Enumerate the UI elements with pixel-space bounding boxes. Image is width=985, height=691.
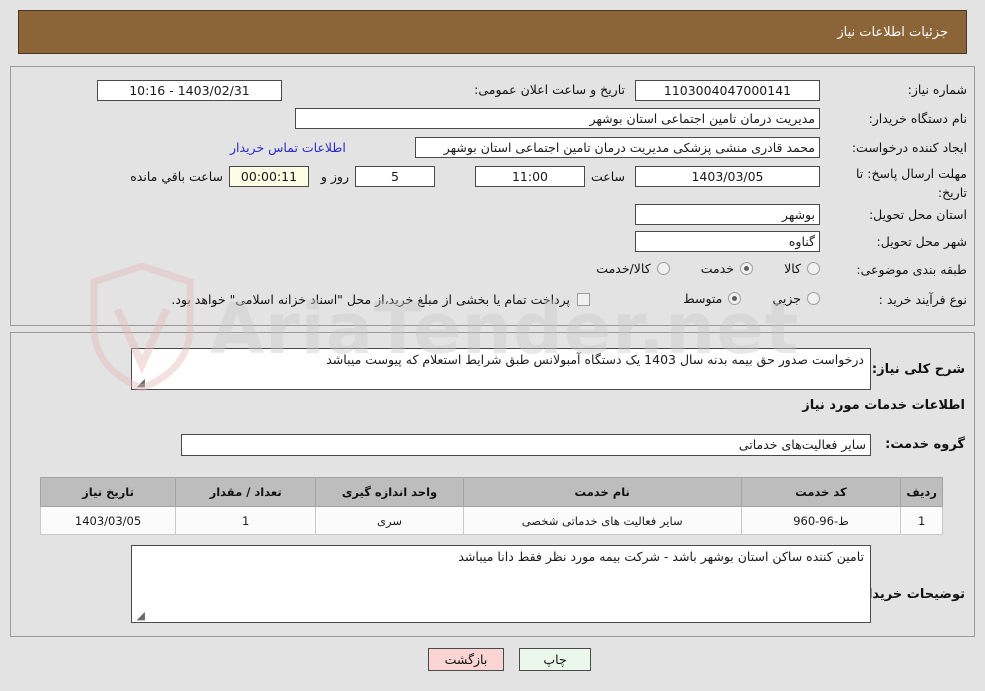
buyer-notes-value: تامین کننده ساکن استان بوشهر باشد - شرکت… bbox=[458, 549, 864, 564]
radio-label-kala-khedmat: کالا/خدمت bbox=[596, 261, 651, 276]
announce-datetime-row: تاریخ و ساعت اعلان عمومی: bbox=[474, 82, 625, 97]
print-button[interactable]: چاپ bbox=[519, 648, 591, 671]
subject-category-row: طبقه بندی موضوعی: bbox=[856, 262, 967, 277]
treasury-checkbox-label: پرداخت تمام یا بخشی از مبلغ خرید،از محل … bbox=[171, 292, 570, 307]
need-number-row: شماره نیاز: bbox=[908, 82, 967, 97]
announce-datetime-value: 1403/02/31 - 10:16 bbox=[97, 80, 282, 101]
radio-option-khedmat[interactable]: خدمت bbox=[700, 261, 754, 276]
back-button[interactable]: بازگشت bbox=[428, 648, 504, 671]
need-summary-label: شرح کلی نیاز: bbox=[871, 362, 965, 377]
radio-option-kala[interactable]: کالا bbox=[784, 261, 820, 276]
radio-icon-motavaset[interactable] bbox=[728, 292, 742, 305]
service-group-label: گروه خدمت: bbox=[885, 437, 965, 452]
request-creator-value: محمد قادری منشی پزشکی مدیریت درمان تامین… bbox=[415, 137, 820, 158]
treasury-checkbox-wrap[interactable]: پرداخت تمام یا بخشی از مبلغ خرید،از محل … bbox=[171, 292, 590, 307]
cell-service-name: سایر فعالیت های خدماتی شخصی bbox=[462, 506, 742, 535]
radio-option-jozee[interactable]: جزیي bbox=[772, 291, 820, 306]
radio-label-motavaset: متوسط bbox=[683, 291, 723, 306]
buyer-org-label: نام دستگاه خریدار: bbox=[868, 111, 967, 126]
radio-option-kala-khedmat[interactable]: کالا/خدمت bbox=[596, 261, 670, 276]
table-row: 1 ط-96-960 سایر فعالیت های خدماتی شخصی س… bbox=[39, 506, 943, 535]
radio-icon-kala[interactable] bbox=[807, 262, 820, 275]
request-creator-label: ایجاد کننده درخواست: bbox=[851, 140, 967, 155]
page-root: جزئیات اطلاعات نیاز شماره نیاز: 11030040… bbox=[0, 0, 985, 691]
delivery-city-row: شهر محل تحویل: bbox=[877, 234, 967, 249]
radio-icon-jozee[interactable] bbox=[807, 292, 820, 305]
deadline-date-value: 1403/03/05 bbox=[635, 166, 820, 187]
radio-label-khedmat: خدمت bbox=[700, 261, 735, 276]
col-service-code: کد خدمت bbox=[740, 477, 902, 507]
purchase-type-options: جزیي متوسط bbox=[657, 290, 820, 309]
purchase-type-label: نوع فرآیند خرید : bbox=[878, 292, 967, 307]
request-creator-row: ایجاد کننده درخواست: bbox=[852, 140, 967, 155]
page-title: جزئیات اطلاعات نیاز bbox=[837, 24, 948, 40]
radio-option-motavaset[interactable]: متوسط bbox=[683, 291, 742, 306]
delivery-province-label: استان محل تحویل: bbox=[868, 207, 967, 222]
need-summary-textarea[interactable]: درخواست صدور حق بیمه بدنه سال 1403 یک دس… bbox=[131, 348, 871, 390]
deadline-hour-label: ساعت bbox=[590, 169, 625, 184]
cell-row-no: 1 bbox=[900, 506, 943, 535]
deadline-days-label: روز و bbox=[320, 169, 349, 184]
col-row-no: ردیف bbox=[900, 477, 943, 507]
deadline-countdown-label: ساعت باقي مانده bbox=[130, 169, 223, 184]
radio-label-kala: کالا bbox=[784, 261, 801, 276]
need-summary-value: درخواست صدور حق بیمه بدنه سال 1403 یک دس… bbox=[326, 352, 864, 367]
resize-grip-icon[interactable]: ◢ bbox=[135, 377, 145, 388]
purchase-type-row: نوع فرآیند خرید : bbox=[879, 292, 967, 307]
table-header-row: ردیف کد خدمت نام خدمت واحد اندازه گیری ت… bbox=[39, 477, 943, 507]
radio-label-jozee: جزیي bbox=[772, 291, 801, 306]
deadline-countdown-value: 00:00:11 bbox=[229, 166, 309, 187]
need-number-value: 1103004047000141 bbox=[635, 80, 820, 101]
resize-grip-icon-2[interactable]: ◢ bbox=[135, 610, 145, 621]
subject-category-options: کالا خدمت کالا/خدمت bbox=[570, 260, 820, 279]
radio-icon-kala-khedmat[interactable] bbox=[656, 262, 670, 275]
page-title-bar: جزئیات اطلاعات نیاز bbox=[18, 10, 967, 54]
delivery-province-row: استان محل تحویل: bbox=[869, 207, 967, 222]
col-unit: واحد اندازه گیری bbox=[315, 477, 464, 507]
buyer-notes-textarea[interactable]: تامین کننده ساکن استان بوشهر باشد - شرکت… bbox=[131, 545, 871, 623]
radio-icon-khedmat[interactable] bbox=[740, 262, 754, 275]
subject-category-label: طبقه بندی موضوعی: bbox=[856, 262, 967, 277]
service-group-value: سایر فعالیت‌های خدماتی bbox=[181, 434, 871, 456]
col-service-name: نام خدمت bbox=[462, 477, 742, 507]
deadline-hour-value: 11:00 bbox=[475, 166, 585, 187]
col-need-date: تاریخ نیاز bbox=[39, 477, 177, 507]
announce-datetime-label: تاریخ و ساعت اعلان عمومی: bbox=[474, 82, 625, 97]
deadline-label: مهلت ارسال پاسخ: تا تاریخ: bbox=[856, 166, 967, 200]
cell-quantity: 1 bbox=[175, 506, 317, 535]
treasury-checkbox-icon[interactable] bbox=[577, 293, 590, 306]
cell-service-code: ط-96-960 bbox=[740, 506, 902, 535]
deadline-days-value: 5 bbox=[355, 166, 435, 187]
cell-need-date: 1403/03/05 bbox=[39, 506, 177, 535]
delivery-city-value: گناوه bbox=[635, 231, 820, 252]
delivery-city-label: شهر محل تحویل: bbox=[876, 234, 967, 249]
deadline-label-wrap: مهلت ارسال پاسخ: تا تاریخ: bbox=[827, 163, 967, 201]
cell-unit: سری bbox=[315, 506, 464, 535]
col-quantity: تعداد / مقدار bbox=[175, 477, 317, 507]
buyer-org-row: نام دستگاه خریدار: bbox=[869, 111, 967, 126]
delivery-province-value: بوشهر bbox=[635, 204, 820, 225]
buyer-contact-link[interactable]: اطلاعات تماس خریدار bbox=[230, 140, 346, 155]
buyer-notes-label: توضیحات خریدار: bbox=[855, 587, 965, 602]
services-table: ردیف کد خدمت نام خدمت واحد اندازه گیری ت… bbox=[39, 477, 943, 535]
need-number-label: شماره نیاز: bbox=[907, 82, 967, 97]
services-section-title: اطلاعات خدمات مورد نیاز bbox=[802, 398, 965, 413]
buyer-org-value: مدیریت درمان تامین اجتماعی استان بوشهر bbox=[295, 108, 820, 129]
